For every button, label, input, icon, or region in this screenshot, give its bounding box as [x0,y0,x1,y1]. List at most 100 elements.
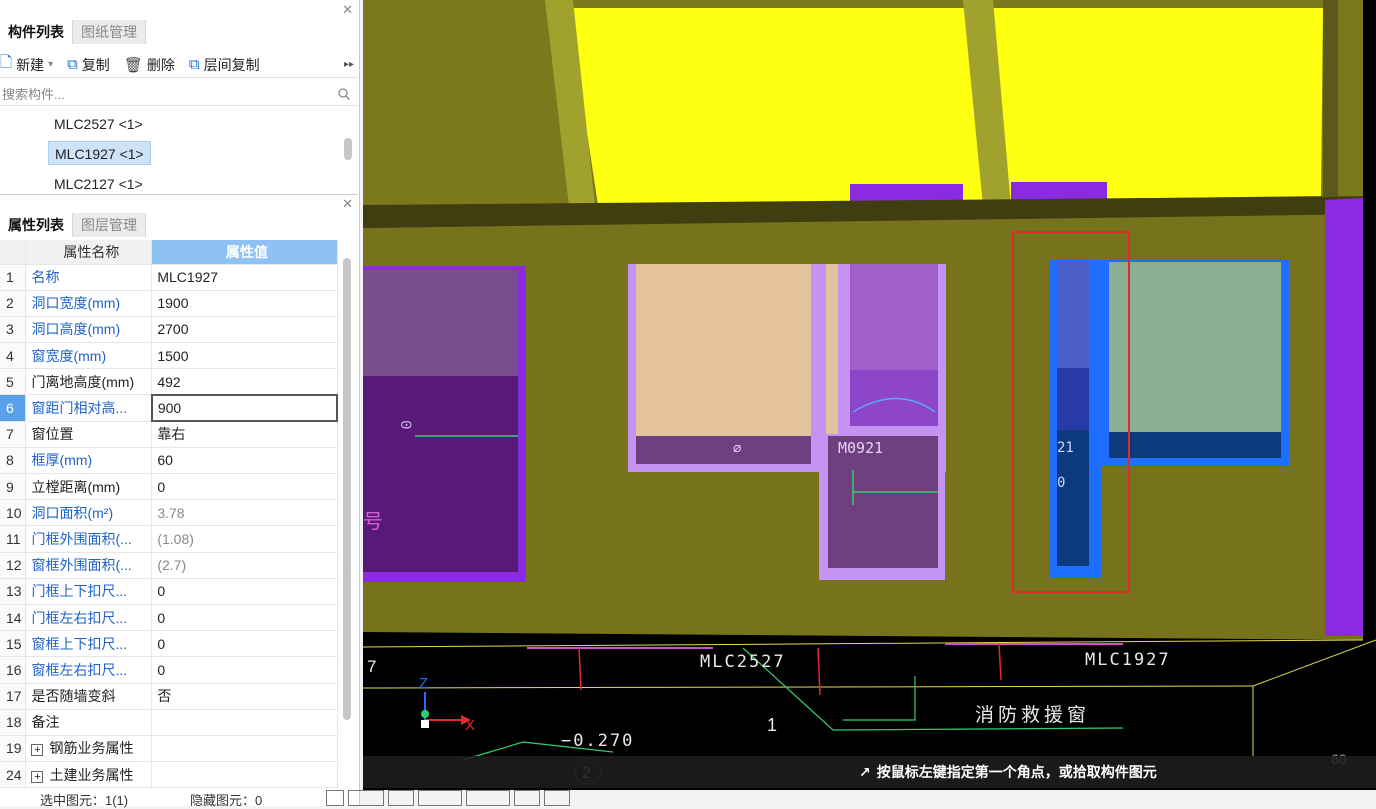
table-row[interactable]: 16 窗框左右扣尺... 0 [0,656,338,684]
row-num: 6 [0,394,27,422]
table-header: 属性名称 属性值 [0,240,338,265]
snap-icon[interactable] [418,790,462,806]
viewport-3d[interactable]: 0 号 ⌀ M0921 21 0 MLC2527 MLC1927 消防救援窗 −… [363,0,1376,790]
row-value[interactable]: 1900 [151,290,338,317]
table-row[interactable]: 13 门框上下扣尺... 0 [0,578,338,605]
row-num: 2 [0,290,27,317]
tab-drawing-management[interactable]: 图纸管理 [73,20,146,44]
row-name: 窗框外围面积(... [25,552,153,579]
header-value: 属性值 [151,240,338,265]
chevron-down-icon[interactable]: ▾ [48,59,53,70]
row-value[interactable]: 0 [151,473,338,501]
table-row[interactable]: 12 窗框外围面积(... (2.7) [0,552,338,579]
slab-yellow-right [991,8,1323,200]
snap-icon[interactable] [326,790,344,806]
new-button[interactable]: 🗋 新建 ▾ [0,52,53,77]
row-num: 10 [0,499,27,527]
table-row[interactable]: 8 框厚(mm) 60 [0,447,338,475]
table-row-selected[interactable]: 6 窗距门相对高... 900 [0,393,339,423]
table-row[interactable]: 18 备注 [0,709,338,736]
close-icon[interactable]: ✕ [342,196,353,212]
table-row[interactable]: 17 是否随墙变斜否 [0,683,338,710]
glass-upper-right [850,264,938,370]
copy-button[interactable]: ⧉ 复制 [67,55,110,75]
component-tabs: 构件列表 图纸管理 [0,20,146,44]
row-value[interactable] [151,709,338,736]
table-row[interactable]: 9 立樘距离(mm) 0 [0,473,338,501]
mlc1927-glass [1109,262,1281,432]
table-row-group[interactable]: 19 + 钢筋业务属性 [0,735,338,763]
search-input[interactable]: 搜索构件... [0,82,358,106]
row-name-group: + 土建业务属性 [25,761,153,789]
mlc1927-door-glass [1057,262,1089,368]
m0921-label: M0921 [838,439,883,457]
purple-column [1325,198,1363,636]
overflow-icon[interactable]: ▸▸ [344,59,354,70]
row-value[interactable]: 0 [151,604,338,632]
partial-label: 0 [1057,475,1065,491]
table-row[interactable]: 11 门框外围面积(... (1.08) [0,525,338,553]
list-scrollbar[interactable] [344,138,352,160]
cursor-icon: ↗ [859,763,871,780]
snap-icon[interactable] [544,790,570,806]
row-value-editing[interactable]: 900 [150,393,339,423]
mlc1927-label: MLC1927 [1085,650,1171,670]
sill-mid [636,436,811,464]
row-name: 门离地高度(mm) [25,368,153,396]
axis-origin-box [421,720,429,728]
table-row[interactable]: 10 洞口面积(m²) 3.78 [0,499,338,527]
floor-copy-button[interactable]: ⧉ 层间复制 [189,55,260,75]
table-row[interactable]: 1 名称 MLC1927 [0,264,338,291]
table-row[interactable]: 14 门框左右扣尺... 0 [0,604,338,632]
row-num: 13 [0,578,27,605]
row-name: 洞口面积(m²) [25,499,153,527]
list-item[interactable]: MLC2127 <1> [48,172,149,194]
row-value[interactable]: MLC1927 [151,264,338,291]
row-value[interactable]: 60 [151,447,338,475]
delete-button[interactable]: 🗑 删除 [124,55,175,75]
table-row-group[interactable]: 24 + 土建业务属性 [0,761,338,789]
table-row[interactable]: 3 洞口高度(mm) 2700 [0,316,338,344]
tab-component-list[interactable]: 构件列表 [0,20,73,44]
table-row[interactable]: 7 窗位置 靠右 [0,421,338,448]
scene-canvas: 0 号 ⌀ M0921 21 0 MLC2527 MLC1927 消防救援窗 −… [363,0,1376,790]
snap-icon[interactable] [348,790,384,806]
row-name: 洞口宽度(mm) [25,290,153,317]
close-icon[interactable]: ✕ [342,2,353,18]
snap-icon[interactable] [388,790,414,806]
list-item[interactable]: MLC2527 <1> [48,112,149,136]
table-row[interactable]: 15 窗框上下扣尺... 0 [0,630,338,658]
partial-label: 21 [1057,440,1074,456]
row-value [151,761,338,789]
tab-property-list[interactable]: 属性列表 [0,213,73,237]
new-file-icon: 🗋 [0,54,13,71]
snap-icon[interactable] [514,790,540,806]
row-num: 5 [0,368,27,396]
row-value[interactable]: 492 [151,368,338,396]
row-num: 18 [0,709,27,736]
tab-layer-management[interactable]: 图层管理 [73,213,146,237]
fire-window-label: 消防救援窗 [975,704,1090,726]
snap-icon[interactable] [466,790,510,806]
table-row[interactable]: 4 窗宽度(mm) 1500 [0,342,338,370]
list-item-selected[interactable]: MLC1927 <1> [48,141,151,165]
left-panel: ✕ 构件列表 图纸管理 🗋 新建 ▾ ⧉ 复制 🗑 删除 ⧉ 层间复制 ▸▸ 搜… [0,0,360,806]
row-name: 备注 [25,709,153,736]
copy-icon: ⧉ [67,56,78,73]
glass-mid [636,264,811,436]
table-row[interactable]: 5 门离地高度(mm) 492 [0,368,338,396]
table-row[interactable]: 2 洞口宽度(mm) 1900 [0,290,338,317]
divider [0,194,358,195]
row-value[interactable]: 1500 [151,342,338,370]
property-scrollbar[interactable] [343,258,351,720]
expand-icon[interactable]: + [31,770,44,783]
expand-icon[interactable]: + [31,744,44,757]
row-num: 8 [0,447,27,475]
snap-toolbar [326,790,570,806]
row-value[interactable]: 0 [151,656,338,684]
row-value[interactable]: 0 [151,578,338,605]
row-value[interactable]: 靠右 [151,421,338,448]
row-value[interactable]: 否 [151,683,338,710]
row-value[interactable]: 0 [151,630,338,658]
row-value[interactable]: 2700 [151,316,338,344]
